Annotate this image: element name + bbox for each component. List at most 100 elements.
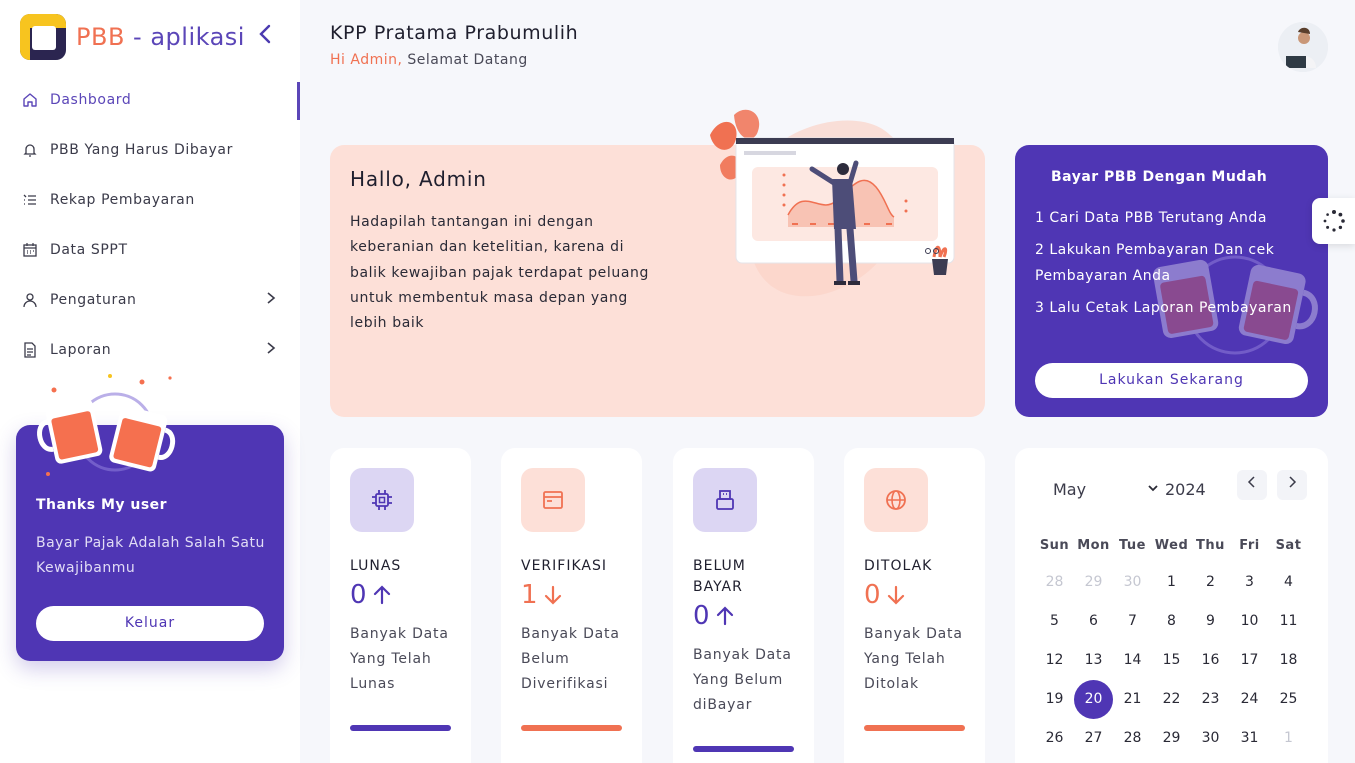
- sidebar-item-rekap-pembayaran[interactable]: Rekap Pembayaran: [0, 175, 300, 225]
- hero-title: Hallo, Admin: [350, 167, 487, 191]
- calendar-icon: [22, 242, 38, 258]
- promo-step: 2 Lakukan Pembayaran Dan cek Pembayaran …: [1035, 242, 1275, 284]
- calendar-day[interactable]: 21: [1113, 690, 1152, 709]
- logout-button[interactable]: Keluar: [36, 606, 264, 641]
- calendar-day[interactable]: 18: [1269, 651, 1308, 670]
- calendar-prev-button[interactable]: [1237, 470, 1267, 500]
- calendar-day[interactable]: 15: [1152, 651, 1191, 670]
- calendar-day[interactable]: 10: [1230, 612, 1269, 631]
- calendar-week-row: 12 13 14 15 16 17 18: [1035, 651, 1315, 670]
- pay-now-button[interactable]: Lakukan Sekarang: [1035, 363, 1308, 398]
- page-title: KPP Pratama Prabumulih: [330, 22, 579, 44]
- user-icon: [22, 292, 38, 308]
- calendar-month-select[interactable]: May: [1053, 480, 1086, 499]
- weekday-label: Fri: [1239, 538, 1260, 553]
- calendar-day[interactable]: 8: [1152, 612, 1191, 631]
- calendar-day[interactable]: 17: [1230, 651, 1269, 670]
- calendar-day[interactable]: 30: [1113, 573, 1152, 592]
- calendar-day[interactable]: 1: [1269, 729, 1308, 748]
- chevron-left-icon: [1247, 476, 1255, 488]
- calendar-day[interactable]: 31: [1230, 729, 1269, 748]
- calendar-day[interactable]: 22: [1152, 690, 1191, 709]
- sidebar-item-dashboard[interactable]: Dashboard: [0, 75, 300, 125]
- app-logo: [20, 14, 66, 60]
- calendar-day[interactable]: 13: [1074, 651, 1113, 670]
- greeting-text: Selamat Datang: [407, 52, 528, 68]
- calendar-day-today[interactable]: 20: [1074, 680, 1113, 719]
- chevron-left-icon: [259, 24, 271, 44]
- cheers-beer-illustration: [37, 374, 176, 476]
- stat-count: 0: [864, 580, 881, 610]
- sidebar-item-data-sppt[interactable]: Data SPPT: [0, 225, 300, 275]
- calendar-weekday-row: Sun Mon Tue Wed Thu Fri Sat: [1035, 538, 1315, 553]
- stat-progress-bar: [350, 725, 451, 731]
- chevron-down-icon[interactable]: [1147, 482, 1159, 496]
- stat-count: 0: [350, 580, 367, 610]
- calendar-day[interactable]: 16: [1191, 651, 1230, 670]
- calendar-day[interactable]: 27: [1074, 729, 1113, 748]
- stat-value: 0: [693, 601, 736, 631]
- home-icon: [22, 92, 38, 108]
- sidebar-item-label: Rekap Pembayaran: [50, 192, 195, 208]
- calendar-day[interactable]: 9: [1191, 612, 1230, 631]
- calendar-day[interactable]: 5: [1035, 612, 1074, 631]
- calendar-day[interactable]: 26: [1035, 729, 1074, 748]
- calendar-day[interactable]: 7: [1113, 612, 1152, 631]
- stat-progress-bar: [693, 746, 794, 752]
- calendar-day[interactable]: 23: [1191, 690, 1230, 709]
- brand[interactable]: PBB - aplikasi: [20, 14, 245, 60]
- calendar-day[interactable]: 12: [1035, 651, 1074, 670]
- loading-spinner-icon: [1323, 210, 1345, 232]
- sidebar-item-label: Pengaturan: [50, 292, 137, 308]
- calendar-grid: Sun Mon Tue Wed Thu Fri Sat 28 29 30 1 2 3 4 5 6…: [1035, 538, 1315, 748]
- calendar-day[interactable]: 25: [1269, 690, 1308, 709]
- hero-text: Hadapilah tantangan ini dengan keberania…: [350, 214, 649, 332]
- sidebar-item-label: PBB Yang Harus Dibayar: [50, 142, 233, 158]
- sidebar-item-pengaturan[interactable]: Pengaturan: [0, 275, 300, 325]
- calendar-day[interactable]: 29: [1074, 573, 1113, 592]
- list-icon: [22, 192, 38, 208]
- sidebar-item-label: Dashboard: [50, 92, 132, 108]
- sidebar-collapse-button[interactable]: [258, 24, 280, 50]
- calendar-day[interactable]: 2: [1191, 573, 1230, 592]
- sidebar-item-pbb-yang-harus-dibayar[interactable]: PBB Yang Harus Dibayar: [0, 125, 300, 175]
- calendar-day[interactable]: 30: [1191, 729, 1230, 748]
- weekday-label: Sat: [1275, 538, 1302, 553]
- arrow-down-icon: [544, 585, 561, 605]
- calendar-next-button[interactable]: [1277, 470, 1307, 500]
- file-icon: [22, 342, 38, 358]
- calendar-day[interactable]: 14: [1113, 651, 1152, 670]
- avatar[interactable]: [1278, 22, 1328, 72]
- weekday-label: Tue: [1118, 538, 1146, 553]
- stat-label: BELUM BAYAR: [693, 558, 746, 595]
- calendar-day[interactable]: 28: [1035, 573, 1074, 592]
- window-icon: [521, 468, 585, 532]
- calendar-day[interactable]: 3: [1230, 573, 1269, 592]
- greeting-name: Hi Admin,: [330, 52, 403, 68]
- promo-step: 3 Lalu Cetak Laporan Pembayaran: [1035, 300, 1292, 316]
- settings-toggle-button[interactable]: [1312, 198, 1355, 244]
- calendar-widget: May 2024 Sun Mon Tue Wed Thu Fri Sat 28 2…: [1015, 448, 1328, 763]
- calendar-day[interactable]: 4: [1269, 573, 1308, 592]
- promo-steps: 1 Cari Data PBB Terutang Anda 2 Lakukan …: [1035, 205, 1325, 327]
- user-avatar-image: [1278, 22, 1328, 72]
- calendar-year-input[interactable]: 2024: [1165, 480, 1206, 499]
- calendar-day[interactable]: 1: [1152, 573, 1191, 592]
- chevron-right-icon: [1289, 476, 1297, 488]
- calendar-day[interactable]: 24: [1230, 690, 1269, 709]
- weekday-label: Thu: [1196, 538, 1225, 553]
- stat-progress-bar: [864, 725, 965, 731]
- promo-card: Bayar PBB Dengan Mudah 1 Cari Data PBB T…: [1015, 145, 1328, 417]
- calendar-day[interactable]: 11: [1269, 612, 1308, 631]
- promo-step: 1 Cari Data PBB Terutang Anda: [1035, 210, 1267, 226]
- calendar-day[interactable]: 29: [1152, 729, 1191, 748]
- calendar-day[interactable]: 19: [1035, 690, 1074, 709]
- arrow-down-icon: [887, 585, 904, 605]
- calendar-day[interactable]: 28: [1113, 729, 1152, 748]
- stat-description: Banyak Data Yang Telah Lunas: [350, 626, 449, 692]
- calendar-week-row: 5 6 7 8 9 10 11: [1035, 612, 1315, 631]
- stat-description: Banyak Data Yang Telah Ditolak: [864, 626, 963, 692]
- sidebar-item-laporan[interactable]: Laporan: [0, 325, 300, 375]
- thanks-title: Thanks My user: [36, 497, 168, 513]
- calendar-day[interactable]: 6: [1074, 612, 1113, 631]
